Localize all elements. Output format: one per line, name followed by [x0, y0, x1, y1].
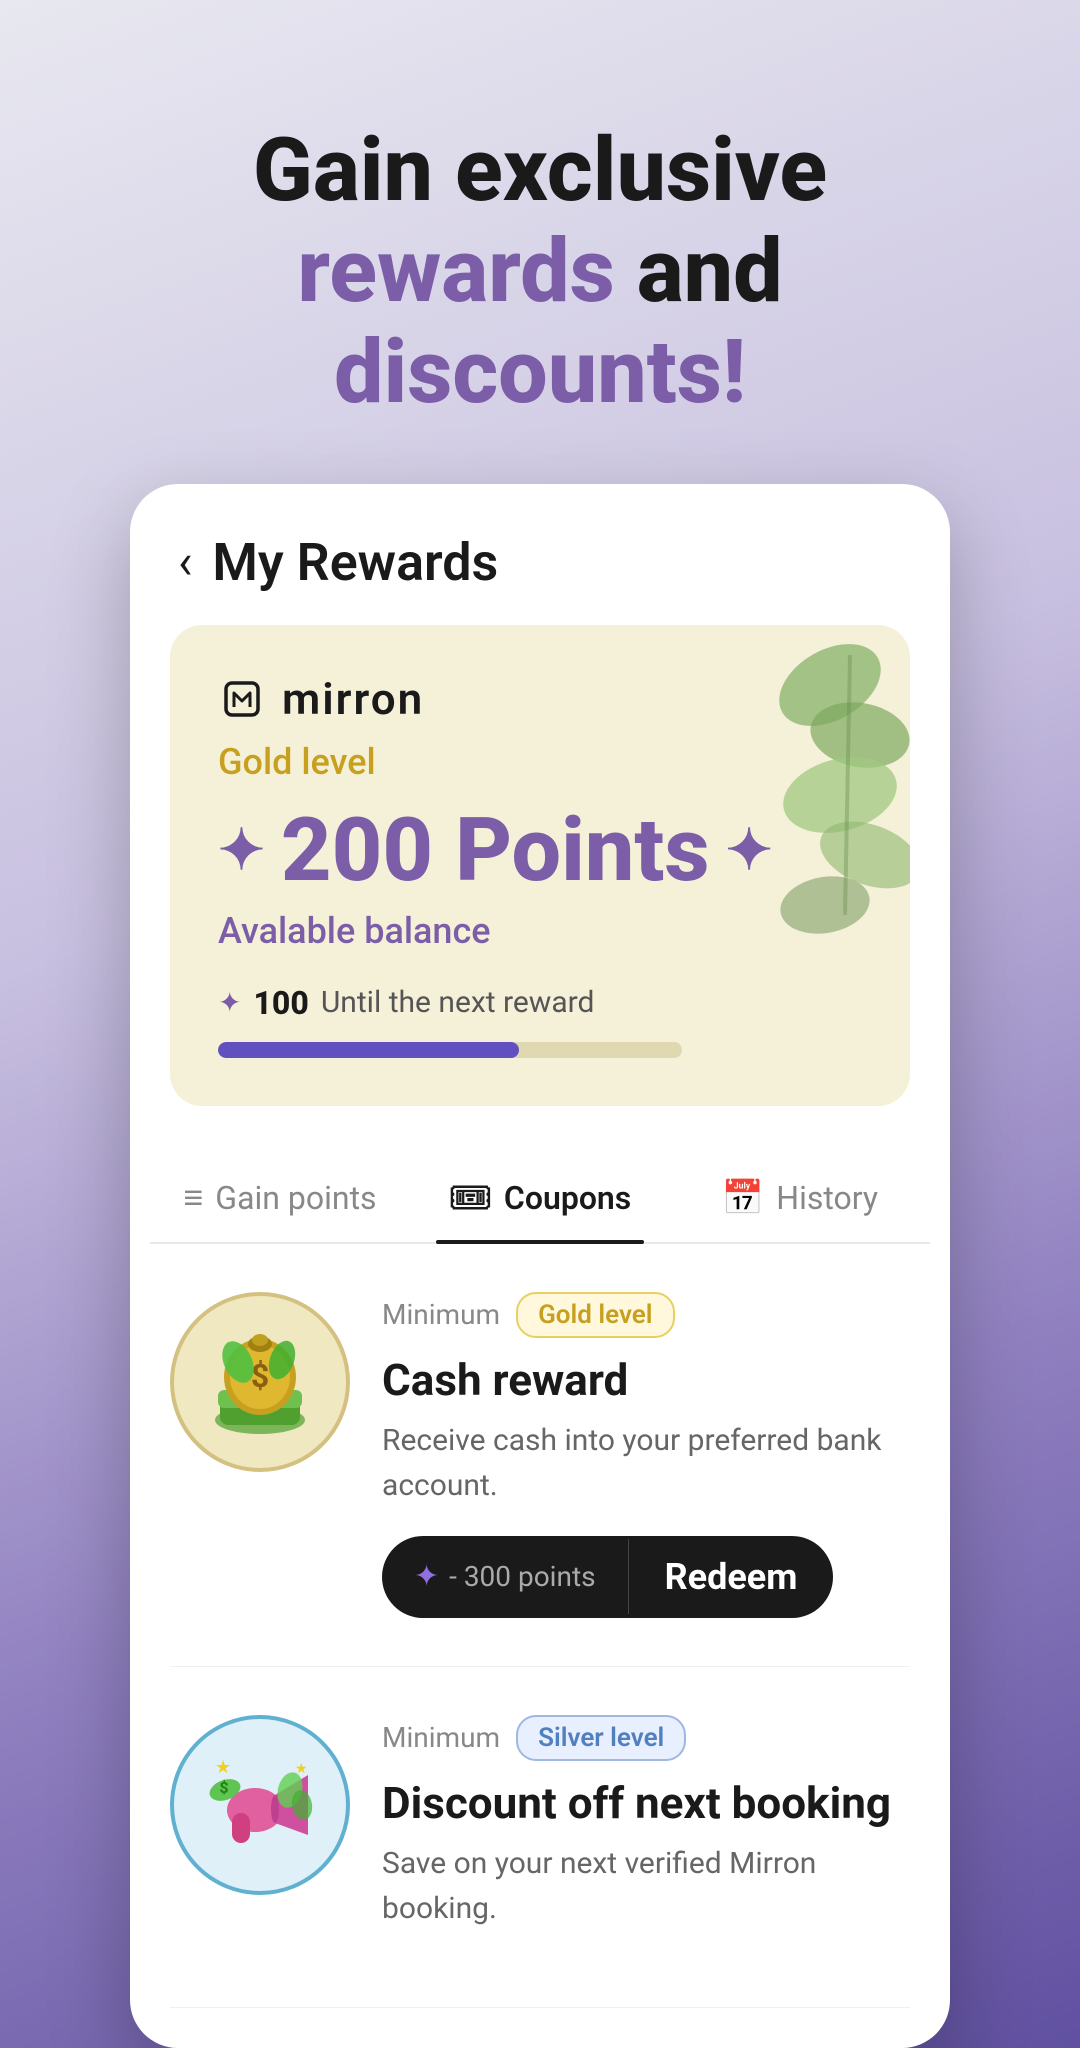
tabs-bar: ≡ Gain points 🎟 Coupons 📅 History [150, 1146, 930, 1244]
progress-fill [218, 1042, 519, 1058]
until-number: 100 [253, 984, 308, 1022]
points-card: mirron Gold level ✦ 200 Points ✦ Avalabl… [170, 625, 910, 1106]
back-button[interactable]: ‹ [178, 538, 192, 586]
headline-highlight2: discounts! [334, 321, 746, 424]
svg-text:★: ★ [215, 1757, 231, 1778]
coupon-title-discount: Discount off next booking [382, 1777, 910, 1829]
tab-coupons-label: Coupons [504, 1179, 631, 1217]
svg-text:$: $ [251, 1357, 269, 1395]
coupons-icon: 🎟 [449, 1178, 492, 1218]
headline: Gain exclusive rewards and discounts! [80, 120, 1000, 424]
coupon-desc-discount: Save on your next verified Mirron bookin… [382, 1841, 910, 1931]
brand-name: mirron [282, 673, 424, 725]
tab-history-label: History [776, 1179, 878, 1217]
gold-level-badge: Gold level [516, 1292, 674, 1338]
svg-text:★: ★ [295, 1761, 308, 1777]
minimum-label-cash: Minimum [382, 1298, 500, 1331]
coupon-item-cash: $ Minimum Gold level Cash reward Receive… [170, 1244, 910, 1667]
until-sparkle: ✦ [218, 986, 241, 1019]
redeem-points-cash: ✦ - 300 points [382, 1539, 629, 1614]
discount-illustration: $ ★ ★ [190, 1735, 330, 1875]
headline-highlight1: rewards [297, 220, 615, 323]
redeem-label-cash: Redeem [629, 1536, 834, 1618]
tab-coupons[interactable]: 🎟 Coupons [410, 1146, 670, 1242]
silver-level-badge: Silver level [516, 1715, 686, 1761]
coupons-list: $ Minimum Gold level Cash reward Receive… [130, 1244, 950, 2008]
coupon-content-discount: Minimum Silver level Discount off next b… [382, 1715, 910, 1959]
coupon-item-discount: $ ★ ★ Minimum Silver level Discount off … [170, 1667, 910, 2008]
page-title: My Rewards [212, 532, 498, 593]
gain-points-icon: ≡ [183, 1178, 203, 1218]
minimum-label-discount: Minimum [382, 1721, 500, 1754]
brand-logo-icon [218, 675, 266, 723]
tab-gain-points-label: Gain points [215, 1179, 376, 1217]
leaf-decoration [650, 625, 910, 945]
redeem-points-text: - 300 points [449, 1560, 595, 1593]
history-icon: 📅 [722, 1178, 764, 1218]
headline-line1: Gain exclusive [253, 119, 827, 222]
tab-history[interactable]: 📅 History [670, 1146, 930, 1242]
tab-gain-points[interactable]: ≡ Gain points [150, 1146, 410, 1242]
cash-reward-illustration: $ [190, 1312, 330, 1452]
coupon-image-discount: $ ★ ★ [170, 1715, 350, 1895]
headline-line2-rest: and [615, 220, 783, 323]
coupon-content-cash: Minimum Gold level Cash reward Receive c… [382, 1292, 910, 1618]
progress-bar [218, 1042, 682, 1058]
redeem-button-cash[interactable]: ✦ - 300 points Redeem [382, 1536, 833, 1618]
until-text: Until the next reward [321, 985, 595, 1020]
header-section: Gain exclusive rewards and discounts! [0, 0, 1080, 484]
nav-bar: ‹ My Rewards [130, 484, 950, 625]
points-value: 200 Points [281, 799, 710, 902]
minimum-row-cash: Minimum Gold level [382, 1292, 910, 1338]
coupon-title-cash: Cash reward [382, 1354, 910, 1406]
until-row: ✦ 100 Until the next reward [218, 984, 862, 1022]
spark-icon: ✦ [414, 1559, 439, 1594]
svg-text:$: $ [219, 1778, 228, 1797]
sparkle-left: ✦ [218, 817, 265, 883]
phone-card: ‹ My Rewards mirron Gold level ✦ 200 Poi… [130, 484, 950, 2048]
coupon-desc-cash: Receive cash into your preferred bank ac… [382, 1418, 910, 1508]
coupon-image-cash: $ [170, 1292, 350, 1472]
minimum-row-discount: Minimum Silver level [382, 1715, 910, 1761]
